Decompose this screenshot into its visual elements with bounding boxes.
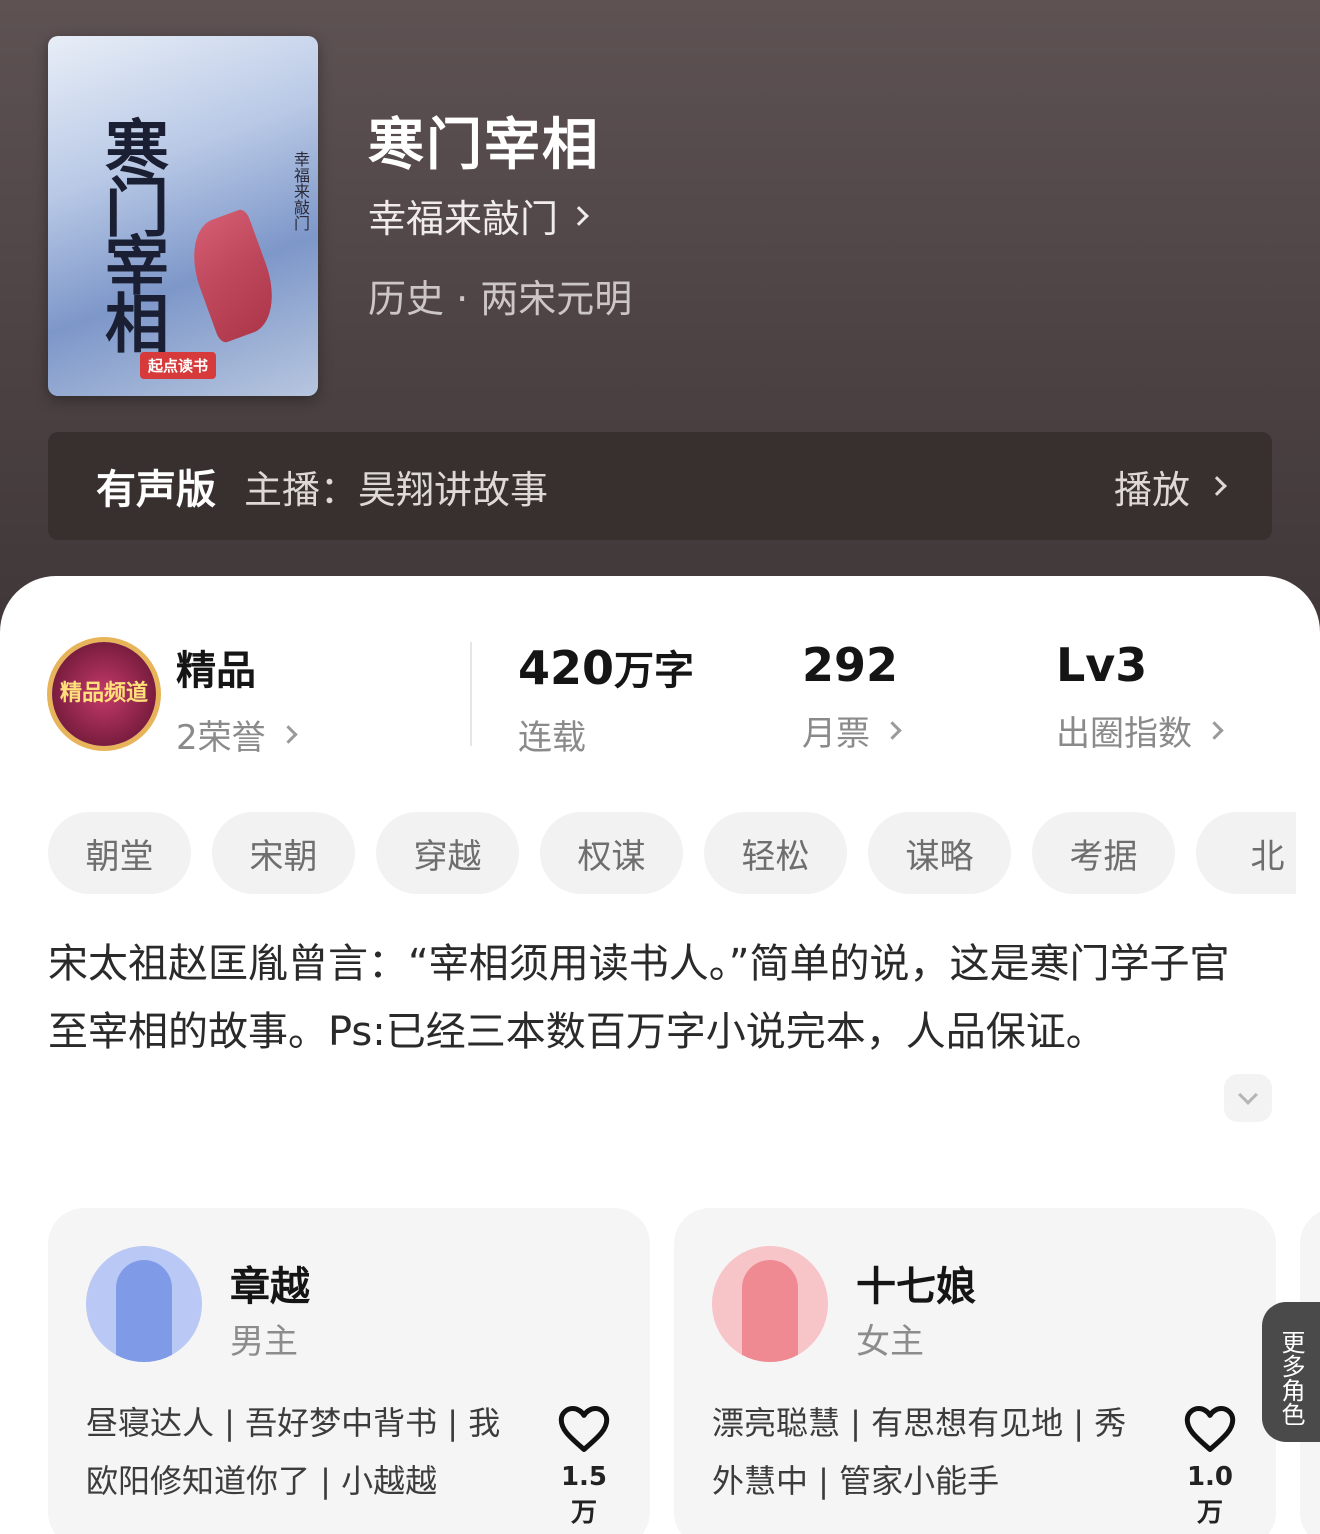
like-count: 1.5万 [560, 1462, 608, 1528]
chevron-right-icon [1205, 721, 1224, 740]
serial-status: 连载 [518, 718, 586, 758]
chevron-down-icon [1238, 1085, 1258, 1105]
quality-label: 精品 [176, 648, 256, 694]
monthly-votes-label: 月票 [802, 714, 870, 754]
cover-ribbon-art [179, 207, 287, 345]
book-detail-card: 精品频道 精品 2荣誉 420万字 连载 292 月票 Lv3 出圈指数 朝堂宋… [0, 576, 1320, 1534]
role-traits: 漂亮聪慧 | 有思想有见地 | 秀外慧中 | 管家小能手 [712, 1404, 1127, 1500]
premium-channel-badge-icon: 精品频道 [52, 642, 156, 746]
audio-label: 有声版 [96, 467, 216, 513]
like-count: 1.0万 [1186, 1462, 1234, 1528]
word-count-unit: 万字 [614, 648, 695, 694]
role-type: 男主 [230, 1322, 298, 1362]
heart-icon[interactable] [1182, 1404, 1238, 1454]
book-header: 寒门宰相 幸福来敲门 起点读书 寒门宰相 幸福来敲门 历史 · 两宋元明 有声版… [0, 0, 1320, 640]
audio-version-bar[interactable]: 有声版 主播：昊翔讲故事 播放 [48, 432, 1272, 540]
author-link[interactable]: 幸福来敲门 [368, 188, 589, 243]
chevron-right-icon [1207, 476, 1227, 496]
role-type: 女主 [856, 1322, 924, 1362]
role-name: 章越 [230, 1264, 310, 1310]
honors-count: 2荣誉 [176, 718, 266, 758]
word-count-stat: 420万字 连载 [518, 638, 694, 759]
book-description: 宋太祖赵匡胤曾言：“宰相须用读书人。”简单的说，这是寒门学子官至宰相的故事。Ps… [48, 941, 1230, 1055]
more-roles-button[interactable]: 更多角色 [1262, 1302, 1320, 1442]
cover-publisher-logo: 起点读书 [140, 352, 217, 379]
role-card[interactable]: 十七娘 女主 漂亮聪慧 | 有思想有见地 | 秀外慧中 | 管家小能手 1.0万 [674, 1208, 1276, 1534]
badge-text: 精品频道 [59, 681, 148, 706]
honor-stat[interactable]: 精品 2荣誉 [176, 638, 298, 759]
word-count: 420 [518, 641, 615, 695]
role-avatar [712, 1246, 828, 1362]
tag-chip[interactable]: 权谋 [540, 812, 683, 894]
tag-chip[interactable]: 北 [1196, 812, 1296, 894]
cover-author-text: 幸福来敲门 [291, 151, 310, 231]
heart-icon[interactable] [556, 1404, 612, 1454]
tag-list: 朝堂 宋朝 穿越 权谋 轻松 谋略 考据北 [48, 812, 1296, 894]
book-title: 寒门宰相 [368, 113, 600, 178]
audio-host: 主播：昊翔讲故事 [244, 467, 549, 512]
author-name: 幸福来敲门 [368, 197, 559, 241]
tag-chip[interactable]: 谋略 [868, 812, 1011, 894]
book-cover[interactable]: 寒门宰相 幸福来敲门 起点读书 [48, 36, 318, 396]
role-traits: 昼寝达人 | 吾好梦中背书 | 我欧阳修知道你了 | 小越越 [86, 1404, 501, 1500]
play-label: 播放 [1113, 467, 1190, 512]
role-card[interactable]: 章越 男主 昼寝达人 | 吾好梦中背书 | 我欧阳修知道你了 | 小越越 1.5… [48, 1208, 650, 1534]
popularity-level: Lv3 [1056, 638, 1148, 692]
tag-chip[interactable]: 朝堂 [48, 812, 191, 894]
chevron-right-icon [883, 721, 902, 740]
play-button[interactable]: 播放 [1113, 459, 1227, 514]
cover-title-art: 寒门宰相 [94, 116, 169, 348]
tag-chip[interactable]: 宋朝 [212, 812, 355, 894]
stat-divider [470, 642, 472, 746]
tag-chip[interactable]: 轻松 [704, 812, 847, 894]
chevron-right-icon [569, 205, 589, 226]
role-avatar [86, 1246, 202, 1362]
popularity-label: 出圈指数 [1056, 714, 1192, 754]
book-genre: 历史 · 两宋元明 [368, 277, 633, 321]
expand-description-button[interactable] [1224, 1074, 1272, 1122]
tag-chip[interactable]: 考据 [1032, 812, 1175, 894]
monthly-votes: 292 [802, 638, 899, 692]
tag-chip[interactable]: 穿越 [376, 812, 519, 894]
chevron-right-icon [278, 725, 298, 744]
monthly-votes-stat[interactable]: 292 月票 [802, 638, 902, 755]
popularity-stat[interactable]: Lv3 出圈指数 [1056, 638, 1224, 755]
role-name: 十七娘 [856, 1264, 976, 1310]
